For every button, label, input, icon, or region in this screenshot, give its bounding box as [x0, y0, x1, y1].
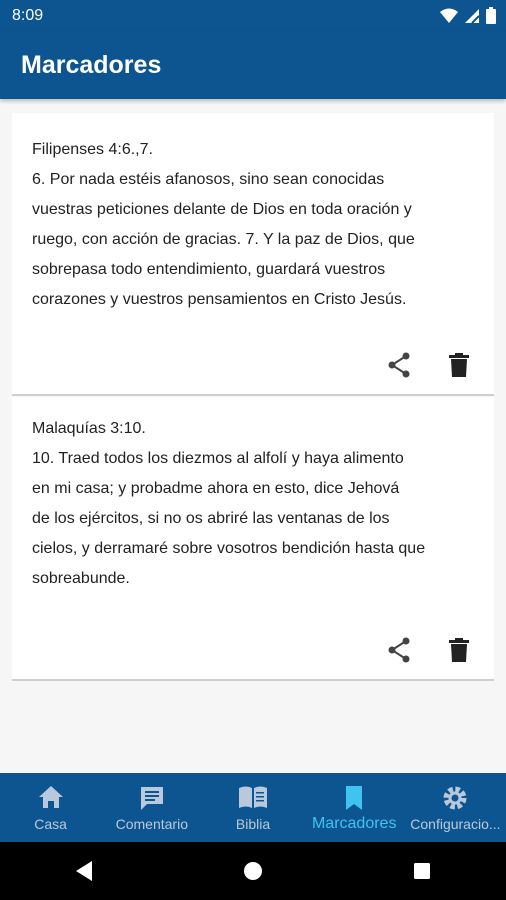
nav-item-comentario[interactable]: Comentario — [101, 773, 202, 842]
verse-line: vuestras peticiones delante de Dios en t… — [32, 201, 412, 218]
home-circle-icon — [243, 862, 262, 880]
nav-label: Casa — [34, 816, 67, 832]
gear-icon — [443, 786, 467, 810]
nav-label: Configuracio... — [410, 816, 501, 832]
status-bar: 8:09 — [0, 0, 506, 32]
bookmark-card: Filipenses 4:6.,7. 6. Por nada estéis af… — [12, 113, 494, 396]
status-icons — [440, 7, 496, 24]
signal-icon — [465, 8, 480, 24]
verse-line: cielos, y derramaré sobre vosotros bendi… — [32, 540, 426, 557]
nav-item-casa[interactable]: Casa — [0, 773, 101, 842]
verse-line: en mi casa; y probadme ahora en esto, di… — [32, 480, 400, 497]
home-icon — [38, 786, 63, 808]
back-icon — [76, 861, 93, 881]
bookmark-reference: Malaquías 3:10. — [32, 420, 146, 437]
share-icon — [388, 637, 410, 663]
verse-line: 10. Traed todos los diezmos al alfolí y … — [32, 450, 404, 467]
verse-line: de los ejércitos, si no os abriré las ve… — [32, 510, 390, 527]
bookmark-text: Malaquías 3:10. 10. Traed todos los diez… — [32, 414, 472, 594]
share-button[interactable] — [386, 352, 412, 378]
trash-icon — [449, 353, 469, 377]
nav-item-configuracion[interactable]: Configuracio... — [405, 773, 506, 842]
nav-label: Marcadores — [311, 815, 397, 832]
delete-button[interactable] — [446, 637, 472, 663]
trash-icon — [449, 638, 469, 662]
page-title: Marcadores — [21, 51, 162, 79]
bookmark-card: Malaquías 3:10. 10. Traed todos los diez… — [12, 397, 494, 681]
card-actions — [386, 352, 472, 378]
nav-label: Biblia — [235, 816, 271, 832]
home-button[interactable] — [233, 851, 273, 891]
bottom-nav: Casa Comentario Biblia Marcadores Config… — [0, 773, 506, 842]
delete-button[interactable] — [446, 352, 472, 378]
status-time: 8:09 — [12, 7, 44, 24]
nav-item-biblia[interactable]: Biblia — [202, 773, 303, 842]
comment-icon — [140, 787, 163, 810]
bookmark-icon — [346, 786, 363, 810]
app-bar: Marcadores — [0, 32, 506, 99]
nav-label: Comentario — [115, 816, 188, 832]
system-nav-bar — [0, 842, 506, 900]
share-icon — [388, 352, 410, 378]
book-icon — [239, 786, 267, 808]
recents-icon — [413, 863, 430, 879]
verse-line: corazones y vuestros pensamientos en Cri… — [32, 291, 407, 308]
verse-line: sobrepasa todo entendimiento, guardará v… — [32, 261, 386, 278]
verse-line: 6. Por nada estéis afanosos, sino sean c… — [32, 171, 385, 188]
recents-button[interactable] — [402, 851, 442, 891]
verse-line: sobreabunde. — [32, 570, 130, 587]
back-button[interactable] — [64, 851, 104, 891]
wifi-icon — [440, 8, 458, 23]
card-actions — [386, 637, 472, 663]
battery-icon — [486, 7, 496, 24]
verse-line: ruego, con acción de gracias. 7. Y la pa… — [32, 231, 415, 248]
nav-item-marcadores[interactable]: Marcadores — [304, 773, 405, 842]
share-button[interactable] — [386, 637, 412, 663]
bookmark-text: Filipenses 4:6.,7. 6. Por nada estéis af… — [32, 135, 472, 315]
bookmark-reference: Filipenses 4:6.,7. — [32, 141, 153, 158]
